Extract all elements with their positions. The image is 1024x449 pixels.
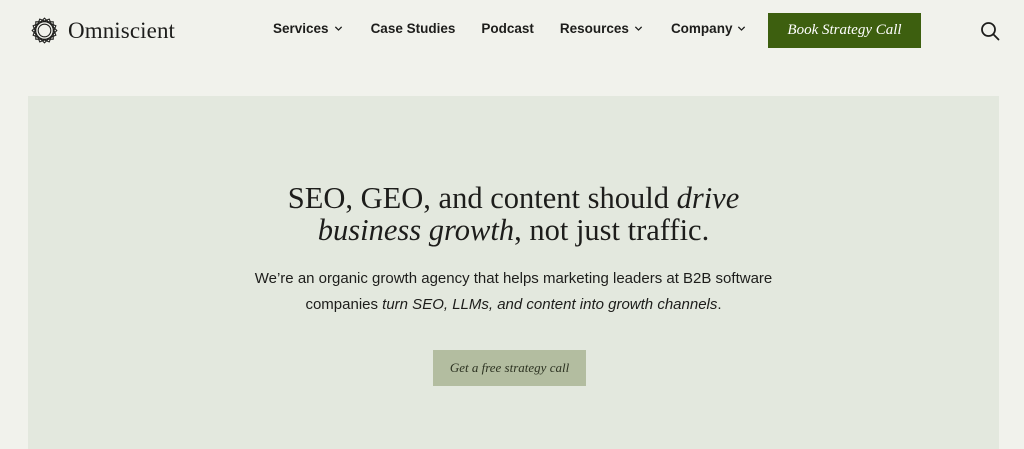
free-strategy-call-button[interactable]: Get a free strategy call: [433, 350, 586, 386]
book-strategy-call-button[interactable]: Book Strategy Call: [768, 13, 921, 48]
subtext-text: .: [717, 296, 722, 313]
headline-text: , not just traffic.: [514, 213, 710, 247]
chevron-down-icon: [334, 26, 342, 31]
nav-item-resources[interactable]: Resources: [560, 21, 643, 36]
brand-name: Omniscient: [68, 17, 176, 43]
hero-subtext: We’re an organic growth agency that help…: [28, 266, 999, 318]
nav-item-services[interactable]: Services: [273, 21, 343, 36]
main-nav: Services Case Studies Podcast Resources …: [273, 21, 746, 36]
headline-emphasis: business growth: [317, 213, 515, 247]
nav-item-label: Services: [273, 21, 329, 36]
headline-text: SEO, GEO, and content should: [287, 181, 677, 215]
site-header: Omniscient Services Case Studies Podcast…: [0, 0, 1024, 62]
nav-item-podcast[interactable]: Podcast: [481, 21, 534, 36]
hero-section: SEO, GEO, and content should drive busin…: [28, 96, 999, 449]
headline-emphasis: drive: [676, 181, 740, 215]
omniscient-knot-icon: [31, 17, 58, 44]
hero-headline: SEO, GEO, and content should drive busin…: [28, 182, 999, 246]
subtext-emphasis: turn SEO, LLMs, and content into growth …: [382, 296, 718, 313]
subtext-line: We’re an organic growth agency that help…: [254, 270, 773, 287]
chevron-down-icon: [634, 26, 643, 31]
subtext-text: companies: [305, 296, 383, 313]
chevron-down-icon: [738, 26, 746, 31]
nav-item-label: Case Studies: [370, 21, 456, 36]
nav-item-label: Resources: [559, 21, 629, 36]
nav-item-label: Podcast: [481, 21, 534, 36]
search-button[interactable]: [979, 20, 1001, 42]
brand-logo[interactable]: Omniscient: [29, 15, 175, 46]
nav-item-label: Company: [670, 21, 733, 36]
nav-item-case-studies[interactable]: Case Studies: [371, 21, 456, 36]
nav-item-company[interactable]: Company: [671, 21, 747, 36]
search-icon: [981, 22, 1000, 41]
